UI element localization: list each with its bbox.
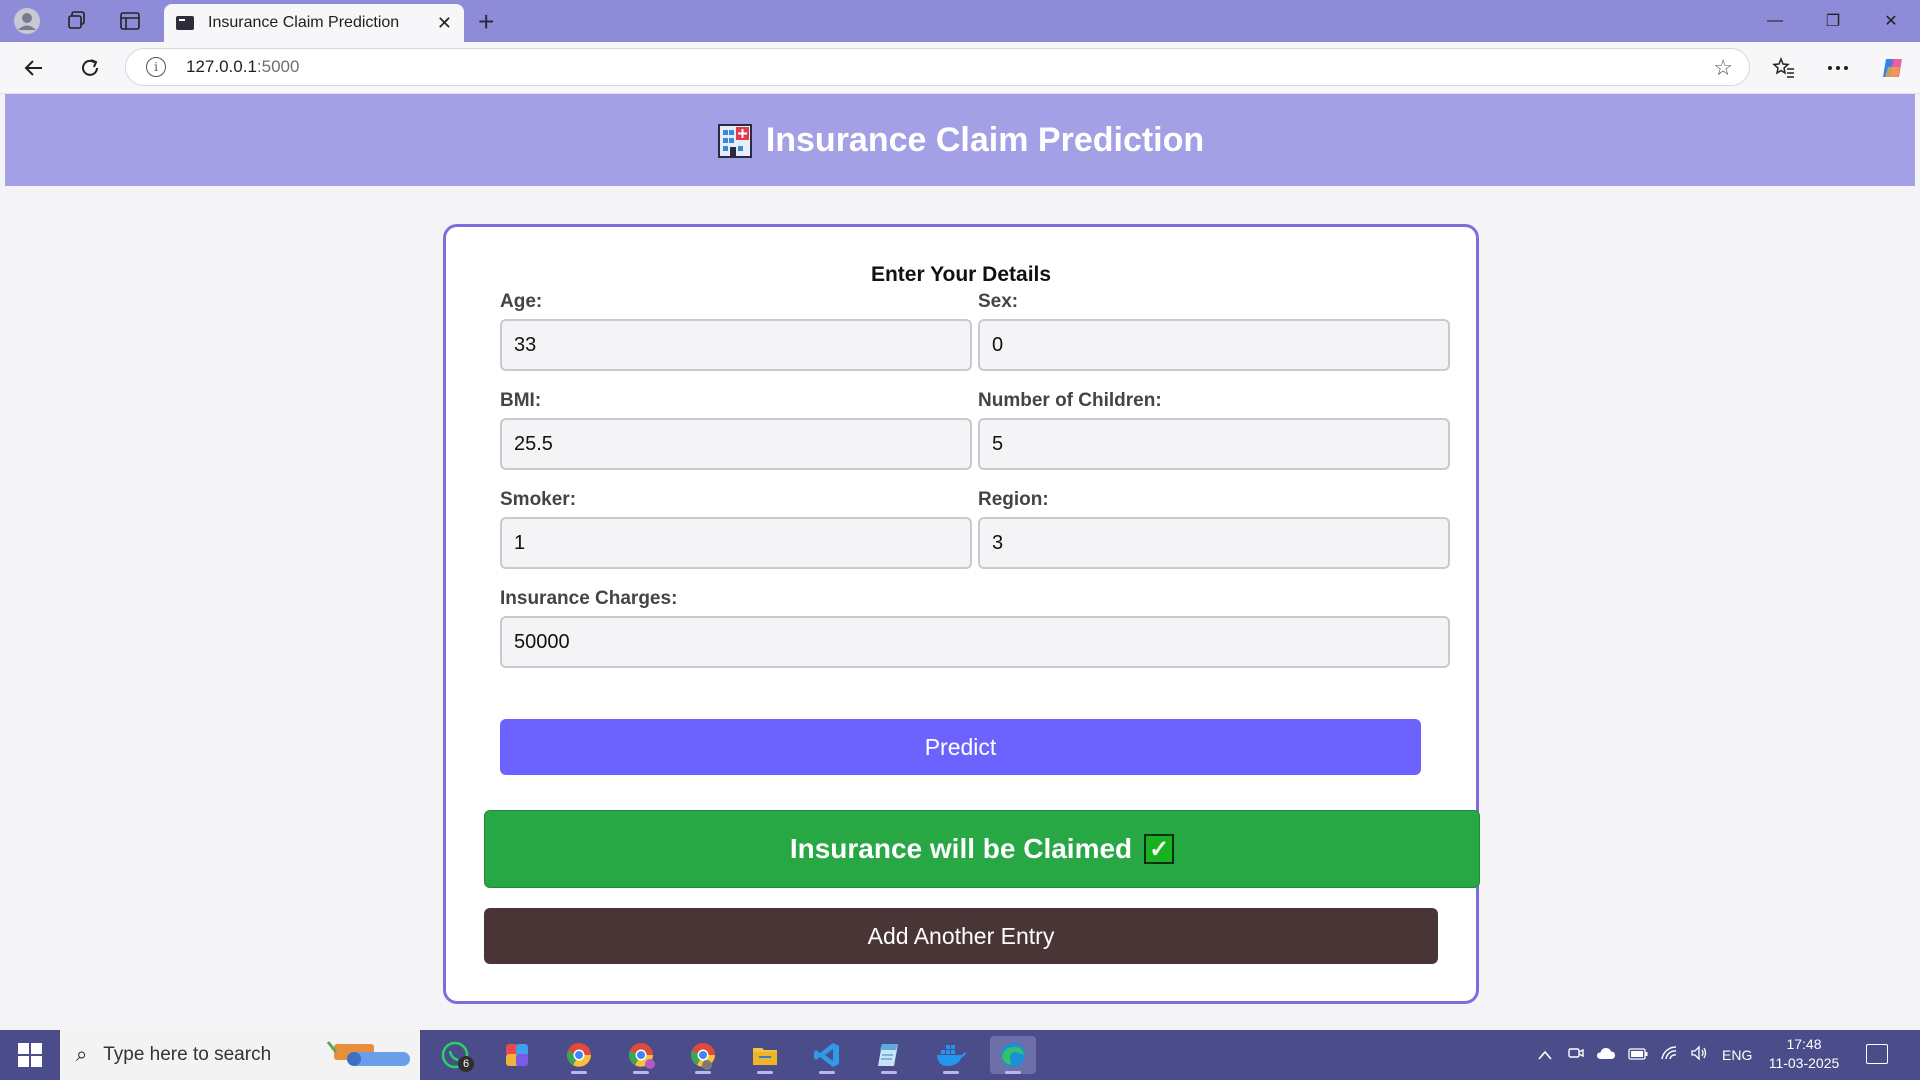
bmi-field: BMI:	[500, 390, 972, 470]
system-tray: ENG	[1538, 1030, 1752, 1080]
region-input[interactable]	[978, 517, 1450, 569]
meet-now-icon[interactable]	[1568, 1045, 1584, 1065]
new-tab-button[interactable]: +	[478, 6, 494, 38]
region-label: Region:	[978, 489, 1049, 510]
favorites-icon[interactable]	[1768, 52, 1800, 84]
file-explorer-taskbar-icon[interactable]	[742, 1036, 788, 1074]
smoker-label: Smoker:	[500, 489, 577, 510]
sex-input[interactable]	[978, 319, 1450, 371]
charges-input[interactable]	[500, 616, 1450, 668]
notification-center-icon[interactable]	[1866, 1044, 1888, 1064]
address-bar[interactable]: i 127.0.0.1:5000 ☆	[125, 48, 1750, 86]
region-field: Region:	[978, 489, 1450, 569]
age-input[interactable]	[500, 319, 972, 371]
chrome-taskbar-icon[interactable]	[556, 1036, 602, 1074]
terminal-icon	[176, 16, 194, 30]
sex-label: Sex:	[978, 291, 1019, 312]
children-field: Number of Children:	[978, 390, 1450, 470]
edge-taskbar-icon[interactable]	[990, 1036, 1036, 1074]
input-language[interactable]: ENG	[1722, 1047, 1752, 1063]
hospital-icon	[716, 121, 754, 159]
clock-time: 17:48	[1786, 1036, 1822, 1052]
refresh-icon[interactable]	[74, 52, 106, 84]
chrome-profile-h-taskbar-icon[interactable]	[680, 1036, 726, 1074]
bmi-label: BMI:	[500, 390, 542, 411]
volume-icon[interactable]	[1690, 1045, 1708, 1065]
close-window-button[interactable]: ✕	[1868, 8, 1914, 34]
browser-toolbar: i 127.0.0.1:5000 ☆	[0, 42, 1920, 94]
age-field: Age:	[500, 291, 972, 371]
clock-date: 11-03-2025	[1768, 1055, 1840, 1071]
charges-field: Insurance Charges:	[500, 588, 1450, 668]
search-placeholder: Type here to search	[103, 1044, 272, 1065]
url-host: 127.0.0.1	[186, 57, 257, 76]
page-header: Insurance Claim Prediction	[5, 94, 1915, 186]
vscode-taskbar-icon[interactable]	[804, 1036, 850, 1074]
taskbar-search-box[interactable]: ⌕ Type here to search	[60, 1030, 420, 1080]
tab-title: Insurance Claim Prediction	[208, 14, 400, 31]
predict-button[interactable]: Predict	[500, 719, 1421, 775]
favorite-star-icon[interactable]: ☆	[1713, 55, 1733, 81]
children-input[interactable]	[978, 418, 1450, 470]
browser-tab-active[interactable]: Insurance Claim Prediction ✕	[164, 4, 464, 42]
windows-taskbar: ⌕ Type here to search 6 ENG 17:48 11-03-…	[0, 1030, 1920, 1080]
notepad-taskbar-icon[interactable]	[866, 1036, 912, 1074]
show-hidden-icons-chevron-icon[interactable]	[1538, 1047, 1552, 1064]
prediction-result-banner: Insurance will be Claimed ✓	[484, 810, 1480, 888]
battery-icon[interactable]	[1628, 1047, 1648, 1064]
chrome-profile-m-taskbar-icon[interactable]	[618, 1036, 664, 1074]
onedrive-cloud-icon[interactable]	[1596, 1046, 1616, 1064]
windows-start-icon[interactable]	[10, 1040, 50, 1070]
m365-taskbar-icon[interactable]	[494, 1036, 540, 1074]
search-highlight-icon	[324, 1038, 414, 1072]
age-label: Age:	[500, 291, 543, 312]
smoker-input[interactable]	[500, 517, 972, 569]
search-icon: ⌕	[76, 1043, 88, 1066]
page-title: Insurance Claim Prediction	[765, 120, 1205, 159]
restore-button[interactable]: ❐	[1810, 8, 1856, 34]
wifi-icon[interactable]	[1660, 1045, 1678, 1065]
bmi-input[interactable]	[500, 418, 972, 470]
vertical-tabs-icon[interactable]	[115, 6, 145, 36]
web-page: Insurance Claim Prediction Enter Your De…	[5, 94, 1915, 1028]
charges-label: Insurance Charges:	[500, 588, 678, 609]
prediction-form-card: Enter Your Details Age: Sex: BMI: Number…	[443, 224, 1480, 1004]
whatsapp-badge: 6	[458, 1056, 474, 1072]
minimize-button[interactable]: —	[1752, 8, 1798, 34]
back-arrow-icon[interactable]	[18, 52, 50, 84]
sex-field: Sex:	[978, 291, 1450, 371]
prediction-result-text: Insurance will be Claimed	[789, 833, 1133, 864]
docker-taskbar-icon[interactable]	[928, 1036, 974, 1074]
whatsapp-taskbar-icon[interactable]: 6	[432, 1036, 478, 1074]
children-label: Number of Children:	[978, 390, 1162, 411]
taskbar-clock[interactable]: 17:48 11-03-2025	[1764, 1035, 1844, 1073]
more-options-icon[interactable]	[1822, 52, 1854, 84]
workspaces-icon[interactable]	[62, 6, 92, 36]
form-heading: Enter Your Details	[870, 263, 1052, 286]
smoker-field: Smoker:	[500, 489, 972, 569]
check-mark-icon: ✓	[1144, 834, 1175, 864]
add-another-entry-button[interactable]: Add Another Entry	[484, 908, 1438, 964]
profile-icon[interactable]	[12, 6, 42, 36]
site-info-icon[interactable]: i	[146, 57, 166, 77]
url-port: :5000	[256, 57, 300, 76]
browser-titlebar: Insurance Claim Prediction ✕ + — ❐ ✕	[0, 0, 1920, 42]
copilot-icon[interactable]	[1877, 52, 1909, 84]
tab-close-icon[interactable]: ✕	[437, 13, 452, 34]
